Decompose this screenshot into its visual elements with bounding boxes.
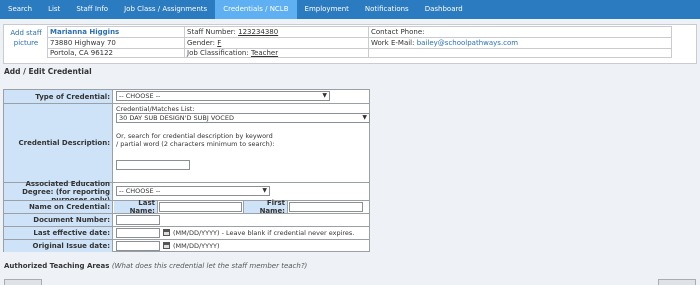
tab-job-class[interactable]: Job Class / Assignments [116,0,215,19]
credential-form: Type of Credential: -- CHOOSE -- ▼ Creden… [3,89,370,252]
tab-notifications[interactable]: Notifications [357,0,417,19]
matches-label: Credential/Matches List: [116,105,195,113]
row-type: Type of Credential: -- CHOOSE -- ▼ [4,90,369,103]
original-issue-label: Original Issue date: [4,240,113,252]
staff-name: Marianna Higgins [50,28,120,36]
type-label: Type of Credential: [4,90,113,103]
tab-search[interactable]: Search [0,0,40,19]
bottom-right-button[interactable] [658,279,696,285]
row-degree: Associated Education Degree: (for report… [4,180,369,204]
work-email-link[interactable]: bailey@schoolpathways.com [417,39,518,47]
work-email-row: Work E-Mail: bailey@schoolpathways.com [369,38,671,49]
degree-label: Associated Education Degree: (for report… [4,180,113,204]
description-search-input[interactable] [116,160,190,170]
top-nav: Search List Staff Info Job Class / Assig… [0,0,700,19]
chevron-down-icon: ▼ [362,114,367,121]
calendar-icon[interactable] [163,229,170,236]
original-issue-input[interactable] [116,241,160,251]
last-effective-hint: (MM/DD/YYYY) - Leave blank if credential… [173,229,355,237]
contact-phone-label: Contact Phone: [371,28,425,36]
tab-staff-info[interactable]: Staff Info [68,0,116,19]
staff-number: 123234380 [238,28,279,36]
gender-label: Gender: [187,38,216,47]
add-staff-picture-link[interactable]: Add staff picture [7,28,45,48]
authorized-areas-title: Authorized Teaching Areas [4,262,110,270]
last-effective-input[interactable] [116,228,160,238]
row-last-effective: Last effective date: (MM/DD/YYYY) - Leav… [4,226,369,239]
staff-info-grid: Marianna Higgins 73880 Highway 70 Portol… [47,26,672,58]
row-description: Credential Description: Credential/Match… [4,103,370,182]
row-original-issue: Original Issue date: (MM/DD/YYYY) [4,239,369,252]
staff-number-row: Staff Number: 123234380 [185,27,368,38]
authorized-areas-heading: Authorized Teaching Areas (What does thi… [4,262,307,270]
tab-credentials[interactable]: Credentials / NCLB [215,0,297,19]
search-hint: Or, search for credential description by… [116,132,275,148]
last-effective-label: Last effective date: [4,227,113,239]
work-email-label: Work E-Mail: [371,38,415,47]
tab-employment[interactable]: Employment [297,0,357,19]
authorized-areas-note: (What does this credential let the staff… [111,262,308,270]
last-name-input[interactable] [159,202,242,212]
staff-number-label: Staff Number: [187,28,236,36]
gender-value: F [217,38,222,47]
document-number-input[interactable] [116,215,160,225]
row-document: Document Number: [4,213,369,226]
chevron-down-icon: ▼ [322,92,327,99]
first-name-label: First Name: [243,199,288,215]
description-label: Credential Description: [4,104,113,182]
bottom-left-button[interactable] [4,279,42,285]
chevron-down-icon: ▼ [262,187,267,194]
type-select[interactable]: -- CHOOSE -- ▼ [116,91,330,101]
page-title: Add / Edit Credential [4,67,92,76]
job-class-row: Job Classification: Teacher [185,48,368,59]
tab-dashboard[interactable]: Dashboard [417,0,471,19]
staff-address-2: Portola, CA 96122 [50,49,114,57]
job-class-label: Job Classification: [187,49,249,57]
job-class-value: Teacher [250,49,279,57]
staff-header: Add staff picture Marianna Higgins 73880… [3,24,697,64]
calendar-icon[interactable] [163,242,170,249]
gender-row: Gender: F [185,38,368,49]
last-name-label: Last Name: [114,199,158,215]
name-label: Name on Credential: [4,201,113,213]
original-issue-hint: (MM/DD/YYYY) [173,242,220,250]
staff-address-1: 73880 Highway 70 [50,38,116,47]
degree-select[interactable]: -- CHOOSE -- ▼ [116,186,270,196]
first-name-input[interactable] [289,202,363,212]
tab-list[interactable]: List [40,0,68,19]
matches-select[interactable]: 30 DAY SUB DESIGN'D SUBJ VOCED ▼ [116,113,370,123]
document-label: Document Number: [4,214,113,226]
row-name: Name on Credential: Last Name: First Nam… [4,199,369,215]
